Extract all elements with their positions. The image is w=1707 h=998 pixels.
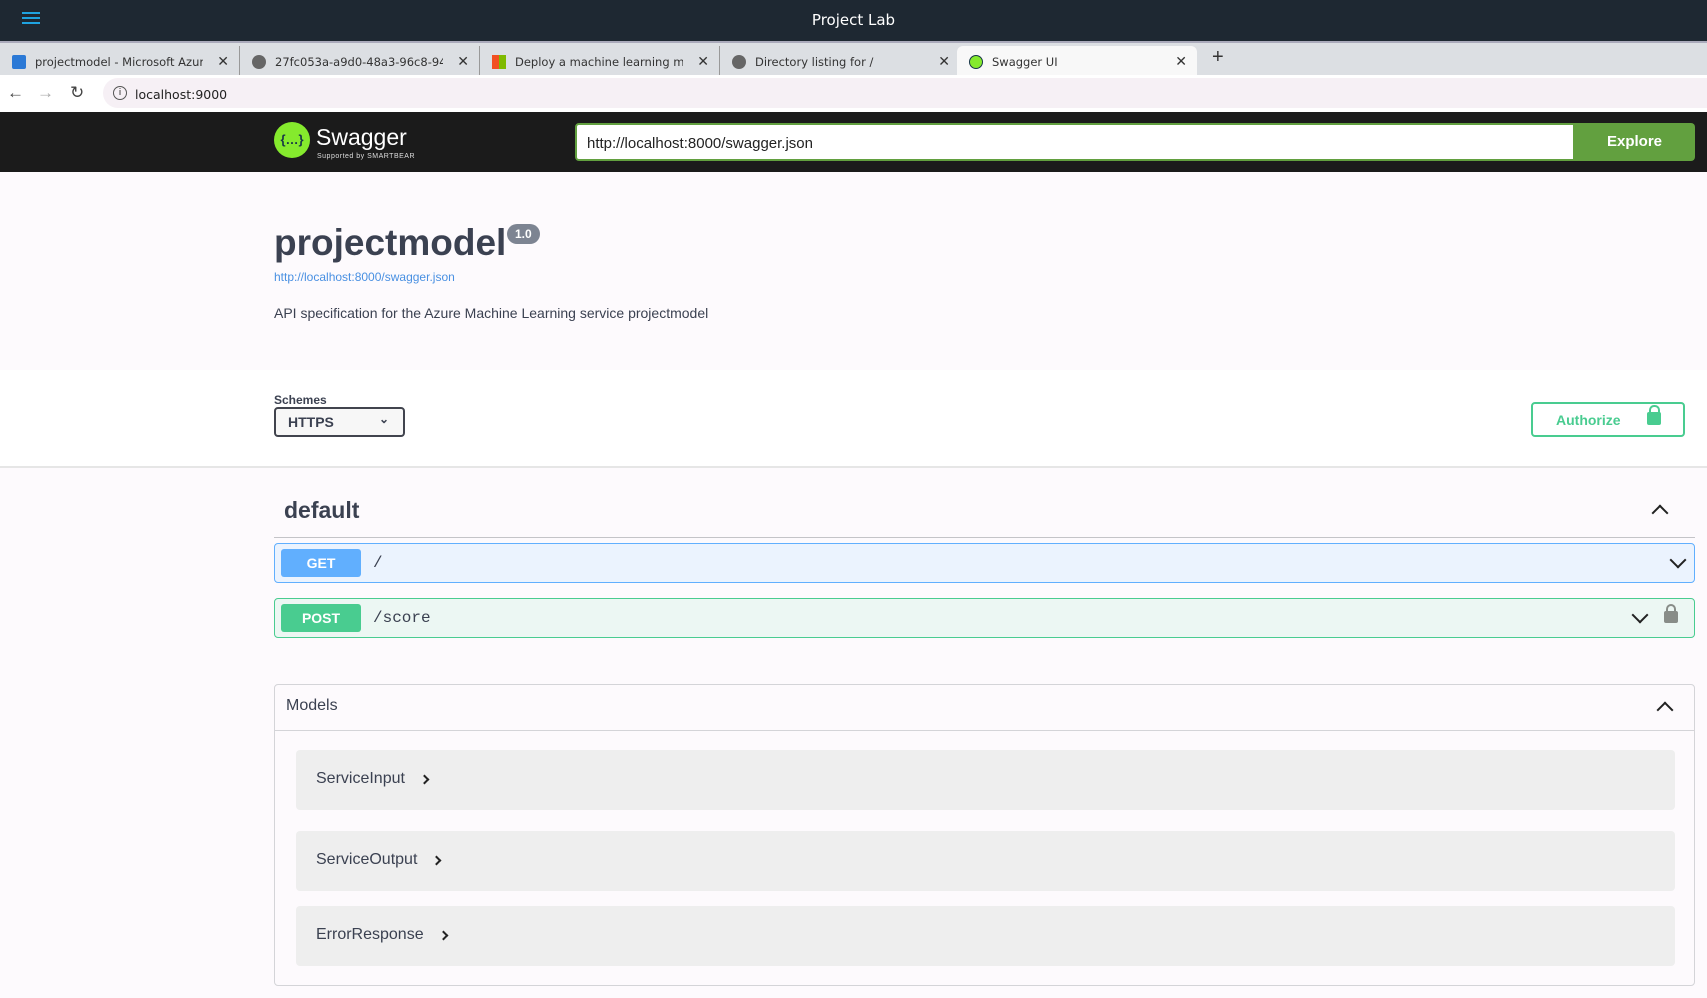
url-input[interactable]: i localhost:9000	[103, 78, 1707, 108]
authorize-button[interactable]: Authorize	[1531, 402, 1685, 437]
browser-tab[interactable]: 27fc053a-a9d0-48a3-96c8-944c8f✕	[240, 46, 480, 77]
browser-tab-active[interactable]: Swagger UI ✕	[957, 46, 1197, 77]
collapse-icon[interactable]	[1651, 504, 1669, 522]
chevron-down-icon[interactable]	[1631, 606, 1649, 624]
azure-ml-icon	[12, 54, 26, 69]
browser-tab[interactable]: Deploy a machine learning model✕	[480, 46, 720, 77]
swagger-logo-subtitle: Supported by SMARTBEAR	[317, 153, 416, 160]
chevron-right-icon	[431, 855, 442, 866]
operation-post[interactable]: POST /score	[274, 598, 1695, 638]
window-title: Project Lab	[811, 11, 896, 29]
forward-icon[interactable]: →	[37, 83, 54, 103]
operation-path: /	[373, 554, 383, 572]
browser-tab[interactable]: projectmodel - Microsoft Azure Machine L…	[0, 46, 240, 77]
model-item[interactable]: ErrorResponse	[296, 906, 1675, 966]
models-header[interactable]: Models	[275, 685, 1694, 731]
chevron-down-icon[interactable]	[1669, 551, 1687, 569]
operation-get[interactable]: GET /	[274, 543, 1695, 583]
chevron-down-icon: ⌄	[378, 412, 389, 426]
method-badge: POST	[281, 604, 361, 632]
spec-link[interactable]: http://localhost:8000/swagger.json	[274, 270, 455, 284]
swagger-logo-text: Swagger	[316, 124, 407, 150]
chevron-right-icon	[419, 774, 430, 785]
browser-tab[interactable]: Directory listing for / ✕	[720, 46, 960, 77]
version-badge: 1.0	[507, 224, 540, 244]
schemes-select[interactable]: HTTPS ⌄	[274, 407, 405, 437]
chevron-right-icon	[438, 930, 449, 941]
info-icon[interactable]: i	[113, 86, 127, 100]
api-title: projectmodel	[274, 222, 507, 263]
back-icon[interactable]: ←	[7, 83, 24, 103]
schemes-label: Schemes	[274, 393, 327, 407]
close-tab-icon[interactable]: ✕	[697, 54, 709, 70]
schemes-section	[0, 370, 1707, 468]
address-bar: ← → ↻ i localhost:9000	[0, 75, 1707, 112]
divider	[274, 537, 1695, 538]
models-section: Models ServiceInput ServiceOutput ErrorR…	[274, 684, 1695, 986]
swagger-icon	[969, 54, 983, 69]
close-tab-icon[interactable]: ✕	[217, 54, 229, 70]
reload-icon[interactable]: ↻	[70, 83, 84, 103]
tag-header[interactable]: default	[284, 497, 359, 524]
spec-url-input[interactable]: http://localhost:8000/swagger.json	[575, 123, 1575, 161]
api-description: API specification for the Azure Machine …	[274, 305, 709, 321]
globe-icon	[252, 54, 266, 69]
method-badge: GET	[281, 549, 361, 577]
close-tab-icon[interactable]: ✕	[1175, 54, 1187, 70]
new-tab-button[interactable]: +	[1212, 46, 1224, 69]
close-tab-icon[interactable]: ✕	[457, 54, 469, 70]
globe-icon	[732, 54, 746, 69]
close-tab-icon[interactable]: ✕	[938, 54, 950, 70]
swagger-logo-icon[interactable]: {…}	[274, 122, 310, 158]
lock-icon[interactable]	[1664, 604, 1678, 623]
unlock-icon	[1647, 405, 1661, 425]
title-bar: Project Lab	[0, 0, 1707, 41]
model-item[interactable]: ServiceOutput	[296, 831, 1675, 891]
model-item[interactable]: ServiceInput	[296, 750, 1675, 810]
microsoft-icon	[492, 54, 506, 69]
operation-path: /score	[373, 609, 431, 627]
explore-button[interactable]: Explore	[1574, 123, 1695, 161]
tab-bar: projectmodel - Microsoft Azure Machine L…	[0, 41, 1707, 77]
